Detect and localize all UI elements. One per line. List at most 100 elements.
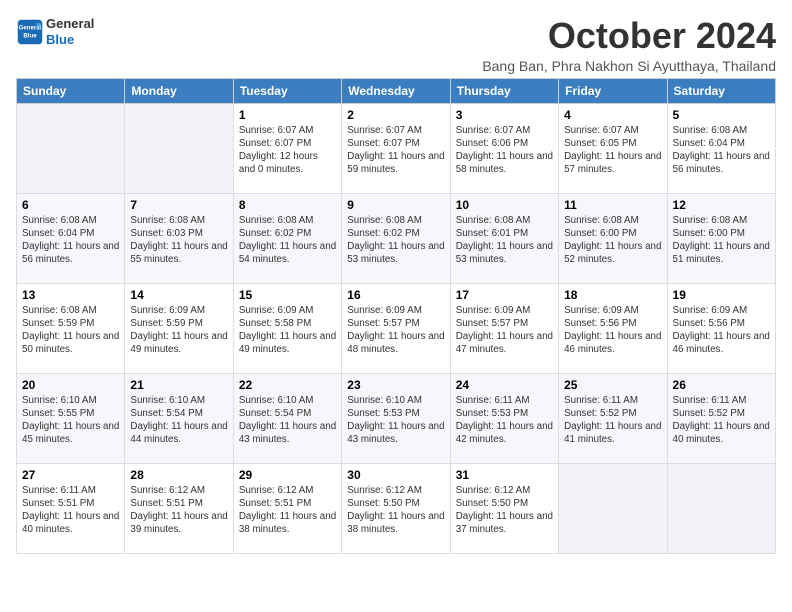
- page-header: General Blue General Blue October 2024 B…: [16, 16, 776, 74]
- location-subtitle: Bang Ban, Phra Nakhon Si Ayutthaya, Thai…: [482, 58, 776, 74]
- calendar-cell: 26Sunrise: 6:11 AMSunset: 5:52 PMDayligh…: [667, 373, 775, 463]
- calendar-cell: 12Sunrise: 6:08 AMSunset: 6:00 PMDayligh…: [667, 193, 775, 283]
- calendar-cell: [667, 463, 775, 553]
- day-number: 10: [456, 198, 553, 212]
- cell-info: Sunrise: 6:12 AMSunset: 5:50 PMDaylight:…: [347, 484, 444, 537]
- cell-info: Sunrise: 6:12 AMSunset: 5:51 PMDaylight:…: [130, 484, 227, 537]
- day-number: 14: [130, 288, 227, 302]
- day-number: 3: [456, 108, 553, 122]
- calendar-cell: 17 Sunrise: 6:09 AMSunset: 5:57 PMDayligh…: [450, 283, 558, 373]
- day-number: 2: [347, 108, 444, 122]
- day-number: 7: [130, 198, 227, 212]
- day-number: 21: [130, 378, 227, 392]
- day-number: 17: [456, 288, 553, 302]
- calendar-cell: 20 Sunrise: 6:10 AMSunset: 5:55 PMDayligh…: [17, 373, 125, 463]
- calendar-cell: 19 Sunrise: 6:09 AMSunset: 5:56 PMDayligh…: [667, 283, 775, 373]
- cell-info: Sunrise: 6:08 AMSunset: 6:00 PMDaylight:…: [673, 214, 770, 267]
- day-number: 4: [564, 108, 661, 122]
- calendar-cell: [17, 103, 125, 193]
- cell-info: Sunrise: 6:12 AMSunset: 5:50 PMDaylight:…: [456, 484, 553, 537]
- calendar-cell: 23Sunrise: 6:10 AMSunset: 5:53 PMDayligh…: [342, 373, 450, 463]
- cell-info: Sunrise: 6:09 AMSunset: 5:56 PMDaylight:…: [564, 304, 661, 357]
- calendar-cell: 2 Sunrise: 6:07 AMSunset: 6:07 PMDaylight…: [342, 103, 450, 193]
- cell-info: Sunrise: 6:11 AMSunset: 5:52 PMDaylight:…: [673, 394, 770, 447]
- calendar-cell: 24Sunrise: 6:11 AMSunset: 5:53 PMDayligh…: [450, 373, 558, 463]
- svg-text:Blue: Blue: [23, 32, 37, 39]
- cell-info: Sunrise: 6:12 AMSunset: 5:51 PMDaylight:…: [239, 484, 336, 537]
- weekday-header-tuesday: Tuesday: [233, 78, 341, 103]
- weekday-header-wednesday: Wednesday: [342, 78, 450, 103]
- calendar-cell: 1 Sunrise: 6:07 AMSunset: 6:07 PMDaylight…: [233, 103, 341, 193]
- day-number: 30: [347, 468, 444, 482]
- calendar-cell: 31 Sunrise: 6:12 AMSunset: 5:50 PMDayligh…: [450, 463, 558, 553]
- weekday-header-friday: Friday: [559, 78, 667, 103]
- day-number: 9: [347, 198, 444, 212]
- weekday-header-monday: Monday: [125, 78, 233, 103]
- calendar-week-1: 1 Sunrise: 6:07 AMSunset: 6:07 PMDaylight…: [17, 103, 776, 193]
- day-number: 8: [239, 198, 336, 212]
- day-number: 29: [239, 468, 336, 482]
- calendar-cell: 5 Sunrise: 6:08 AMSunset: 6:04 PMDaylight…: [667, 103, 775, 193]
- calendar-cell: 10 Sunrise: 6:08 AMSunset: 6:01 PMDayligh…: [450, 193, 558, 283]
- cell-info: Sunrise: 6:11 AMSunset: 5:51 PMDaylight:…: [22, 484, 119, 537]
- cell-info: Sunrise: 6:09 AMSunset: 5:59 PMDaylight:…: [130, 304, 227, 357]
- cell-info: Sunrise: 6:07 AMSunset: 6:05 PMDaylight:…: [564, 124, 661, 177]
- day-number: 20: [22, 378, 119, 392]
- cell-info: Sunrise: 6:11 AMSunset: 5:52 PMDaylight:…: [564, 394, 661, 447]
- title-block: October 2024 Bang Ban, Phra Nakhon Si Ay…: [482, 16, 776, 74]
- weekday-header-sunday: Sunday: [17, 78, 125, 103]
- calendar-cell: 11Sunrise: 6:08 AMSunset: 6:00 PMDayligh…: [559, 193, 667, 283]
- cell-info: Sunrise: 6:08 AMSunset: 6:04 PMDaylight:…: [673, 124, 770, 177]
- day-number: 5: [673, 108, 770, 122]
- day-number: 6: [22, 198, 119, 212]
- day-number: 18: [564, 288, 661, 302]
- weekday-header-saturday: Saturday: [667, 78, 775, 103]
- cell-info: Sunrise: 6:07 AMSunset: 6:06 PMDaylight:…: [456, 124, 553, 177]
- day-number: 1: [239, 108, 336, 122]
- day-number: 16: [347, 288, 444, 302]
- cell-info: Sunrise: 6:07 AMSunset: 6:07 PMDaylight:…: [347, 124, 444, 177]
- month-title: October 2024: [482, 16, 776, 56]
- cell-info: Sunrise: 6:08 AMSunset: 6:03 PMDaylight:…: [130, 214, 227, 267]
- cell-info: Sunrise: 6:09 AMSunset: 5:57 PMDaylight:…: [456, 304, 553, 357]
- weekday-header-row: SundayMondayTuesdayWednesdayThursdayFrid…: [17, 78, 776, 103]
- calendar-cell: 6 Sunrise: 6:08 AMSunset: 6:04 PMDaylight…: [17, 193, 125, 283]
- calendar-cell: 22Sunrise: 6:10 AMSunset: 5:54 PMDayligh…: [233, 373, 341, 463]
- calendar-cell: 28 Sunrise: 6:12 AMSunset: 5:51 PMDayligh…: [125, 463, 233, 553]
- cell-info: Sunrise: 6:07 AMSunset: 6:07 PMDaylight:…: [239, 124, 336, 177]
- calendar-cell: 9Sunrise: 6:08 AMSunset: 6:02 PMDaylight…: [342, 193, 450, 283]
- cell-info: Sunrise: 6:10 AMSunset: 5:53 PMDaylight:…: [347, 394, 444, 447]
- calendar-week-5: 27 Sunrise: 6:11 AMSunset: 5:51 PMDayligh…: [17, 463, 776, 553]
- calendar-cell: 21Sunrise: 6:10 AMSunset: 5:54 PMDayligh…: [125, 373, 233, 463]
- day-number: 13: [22, 288, 119, 302]
- calendar-cell: [125, 103, 233, 193]
- calendar-cell: 7 Sunrise: 6:08 AMSunset: 6:03 PMDaylight…: [125, 193, 233, 283]
- calendar-cell: 18 Sunrise: 6:09 AMSunset: 5:56 PMDayligh…: [559, 283, 667, 373]
- day-number: 15: [239, 288, 336, 302]
- calendar-cell: 13 Sunrise: 6:08 AMSunset: 5:59 PMDayligh…: [17, 283, 125, 373]
- calendar-cell: [559, 463, 667, 553]
- day-number: 27: [22, 468, 119, 482]
- cell-info: Sunrise: 6:09 AMSunset: 5:57 PMDaylight:…: [347, 304, 444, 357]
- cell-info: Sunrise: 6:10 AMSunset: 5:55 PMDaylight:…: [22, 394, 119, 447]
- day-number: 28: [130, 468, 227, 482]
- calendar-cell: 30 Sunrise: 6:12 AMSunset: 5:50 PMDayligh…: [342, 463, 450, 553]
- cell-info: Sunrise: 6:09 AMSunset: 5:58 PMDaylight:…: [239, 304, 336, 357]
- cell-info: Sunrise: 6:08 AMSunset: 6:00 PMDaylight:…: [564, 214, 661, 267]
- calendar-cell: 29 Sunrise: 6:12 AMSunset: 5:51 PMDayligh…: [233, 463, 341, 553]
- day-number: 19: [673, 288, 770, 302]
- day-number: 22: [239, 378, 336, 392]
- day-number: 25: [564, 378, 661, 392]
- cell-info: Sunrise: 6:08 AMSunset: 6:01 PMDaylight:…: [456, 214, 553, 267]
- cell-info: Sunrise: 6:09 AMSunset: 5:56 PMDaylight:…: [673, 304, 770, 357]
- cell-info: Sunrise: 6:08 AMSunset: 6:02 PMDaylight:…: [239, 214, 336, 267]
- calendar-cell: 15 Sunrise: 6:09 AMSunset: 5:58 PMDayligh…: [233, 283, 341, 373]
- cell-info: Sunrise: 6:08 AMSunset: 6:04 PMDaylight:…: [22, 214, 119, 267]
- calendar-cell: 8 Sunrise: 6:08 AMSunset: 6:02 PMDaylight…: [233, 193, 341, 283]
- logo-icon: General Blue: [16, 18, 44, 46]
- calendar-cell: 25 Sunrise: 6:11 AMSunset: 5:52 PMDayligh…: [559, 373, 667, 463]
- calendar-table: SundayMondayTuesdayWednesdayThursdayFrid…: [16, 78, 776, 554]
- weekday-header-thursday: Thursday: [450, 78, 558, 103]
- cell-info: Sunrise: 6:08 AMSunset: 5:59 PMDaylight:…: [22, 304, 119, 357]
- day-number: 31: [456, 468, 553, 482]
